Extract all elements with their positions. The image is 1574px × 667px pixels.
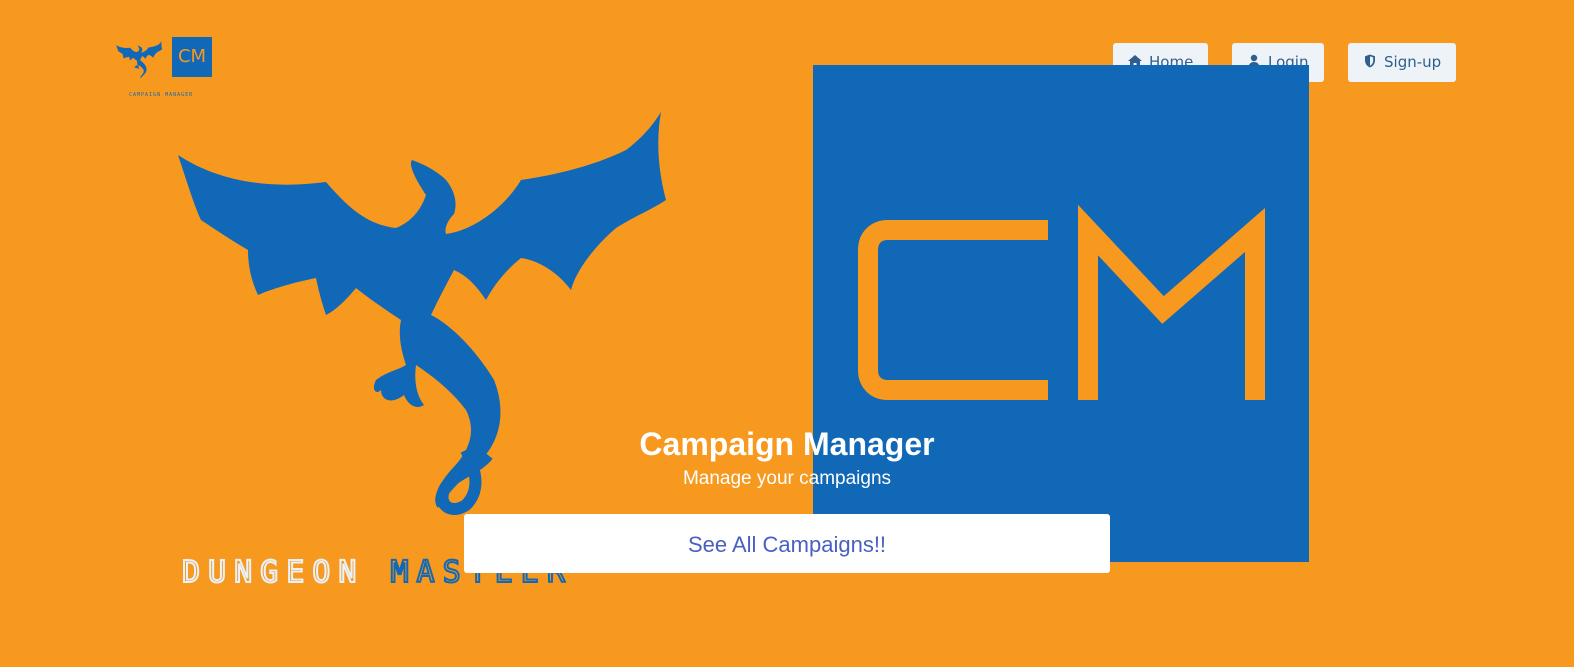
wordmark-word-1: DUNGEON: [181, 555, 365, 590]
nav-signup-button[interactable]: Sign-up: [1348, 43, 1456, 82]
landing-page: CM CAMPAIGN MANAGER Home Login Sign-up D…: [0, 0, 1574, 667]
logo-caption: CAMPAIGN MANAGER: [129, 92, 194, 98]
hero-subtitle: Manage your campaigns: [682, 468, 892, 489]
shield-icon: [1365, 54, 1375, 68]
mini-cm-mark: CM: [172, 37, 212, 77]
hero-title: Campaign Manager: [639, 426, 935, 462]
see-all-campaigns-button[interactable]: See All Campaigns!!: [464, 514, 1110, 573]
mini-dragon-icon: [116, 41, 163, 79]
nav-signup-label: Sign-up: [1384, 53, 1442, 71]
site-logo[interactable]: CM CAMPAIGN MANAGER: [116, 36, 216, 102]
